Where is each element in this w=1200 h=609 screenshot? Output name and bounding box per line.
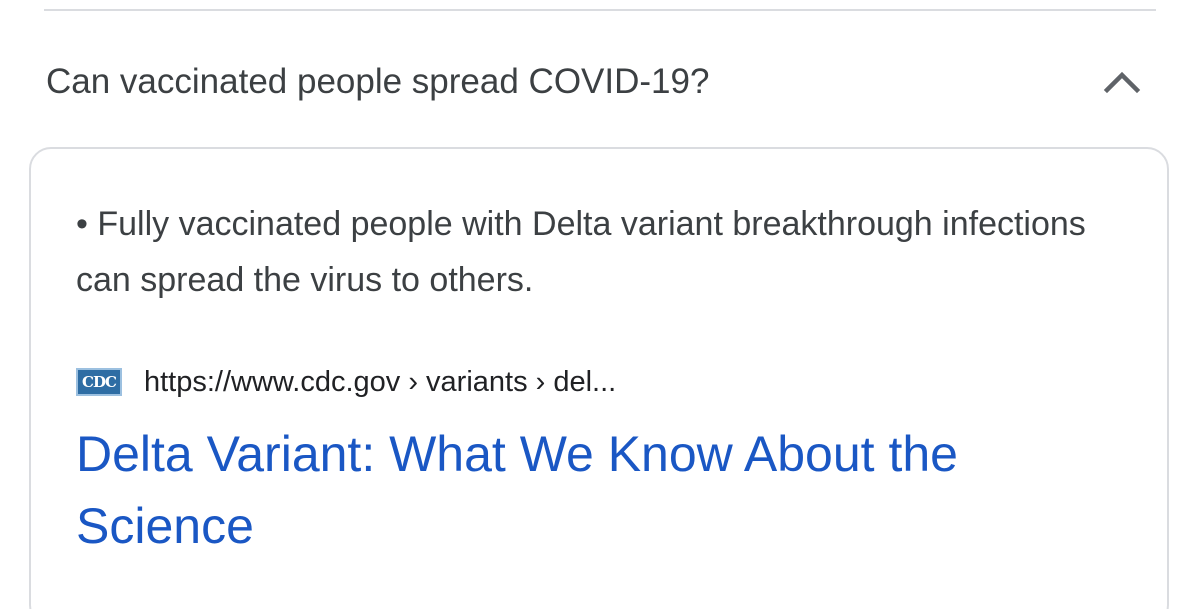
cdc-favicon-icon: CDC	[76, 368, 122, 396]
faq-question-row[interactable]: Can vaccinated people spread COVID-19?	[0, 40, 1200, 124]
source-url[interactable]: https://www.cdc.gov › variants › del...	[144, 366, 616, 399]
result-title-link[interactable]: Delta Variant: What We Know About the Sc…	[76, 418, 1136, 562]
divider	[44, 9, 1156, 11]
chevron-up-icon[interactable]	[1100, 62, 1144, 102]
search-results-page: Can vaccinated people spread COVID-19? •…	[0, 0, 1200, 609]
faq-question-text: Can vaccinated people spread COVID-19?	[46, 62, 710, 101]
source-row[interactable]: CDC https://www.cdc.gov › variants › del…	[76, 362, 616, 402]
answer-snippet: • Fully vaccinated people with Delta var…	[76, 205, 1086, 299]
